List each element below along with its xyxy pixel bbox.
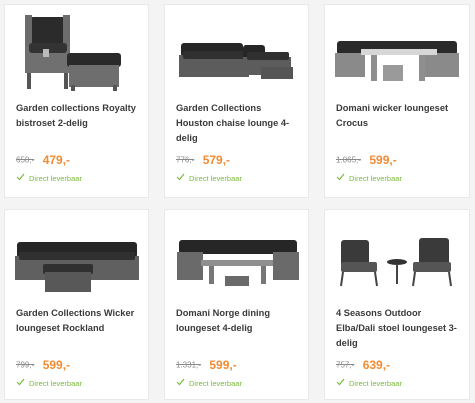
price-row: 776,- 579,-: [176, 151, 230, 167]
current-price: 479,-: [42, 152, 71, 167]
availability: Direct leverbaar: [16, 378, 82, 388]
wicker-corner-dining-set-icon: [335, 41, 459, 81]
wicker-chaise-lounge-set-icon: [179, 43, 293, 79]
product-card[interactable]: Domani wicker loungeset Crocus 1.065,- 5…: [324, 4, 470, 198]
product-card[interactable]: Domani Norge dining loungeset 4-delig 1.…: [164, 209, 309, 400]
checkmark-icon: [176, 173, 186, 183]
product-title[interactable]: Garden collections Royalty bistroset 2-d…: [16, 101, 140, 131]
metal-lounge-chairs-with-table-icon: [340, 238, 452, 287]
wicker-recliner-chair-with-footstool-icon: [25, 15, 121, 91]
product-card[interactable]: 4 Seasons Outdoor Elba/Dali stoel lounge…: [324, 209, 470, 400]
product-card[interactable]: Garden Collections Wicker loungeset Rock…: [4, 209, 149, 400]
product-image[interactable]: [5, 5, 148, 97]
checkmark-icon: [16, 378, 26, 388]
availability: Direct leverbaar: [336, 378, 402, 388]
availability-label: Direct leverbaar: [29, 379, 82, 388]
availability-label: Direct leverbaar: [349, 174, 402, 183]
price-row: 757,- 639,-: [336, 356, 390, 372]
wicker-dining-lounge-set-icon: [177, 240, 299, 286]
availability: Direct leverbaar: [336, 173, 402, 183]
checkmark-icon: [176, 378, 186, 388]
current-price: 579,-: [202, 152, 231, 167]
availability: Direct leverbaar: [176, 378, 242, 388]
product-card[interactable]: Garden Collections Houston chaise lounge…: [164, 4, 309, 198]
old-price: 650,-: [16, 155, 35, 165]
current-price: 599,-: [42, 357, 71, 372]
availability: Direct leverbaar: [176, 173, 242, 183]
price-row: 650,- 479,-: [16, 151, 70, 167]
product-image[interactable]: [5, 210, 148, 302]
availability: Direct leverbaar: [16, 173, 82, 183]
current-price: 599,-: [209, 357, 237, 372]
product-image[interactable]: [325, 5, 469, 97]
old-price: 1.331,-: [176, 360, 201, 370]
availability-label: Direct leverbaar: [189, 379, 242, 388]
old-price: 776,-: [176, 155, 195, 165]
product-image[interactable]: [325, 210, 469, 302]
checkmark-icon: [336, 173, 346, 183]
product-title[interactable]: 4 Seasons Outdoor Elba/Dali stoel lounge…: [336, 306, 461, 351]
product-title[interactable]: Domani Norge dining loungeset 4-delig: [176, 306, 300, 336]
availability-label: Direct leverbaar: [29, 174, 82, 183]
product-image[interactable]: [165, 5, 308, 97]
checkmark-icon: [336, 378, 346, 388]
availability-label: Direct leverbaar: [189, 174, 242, 183]
product-image[interactable]: [165, 210, 308, 302]
product-title[interactable]: Domani wicker loungeset Crocus: [336, 101, 461, 131]
price-row: 1.065,- 599,-: [336, 151, 397, 167]
price-row: 799,- 599,-: [16, 356, 70, 372]
product-title[interactable]: Garden Collections Houston chaise lounge…: [176, 101, 300, 146]
old-price: 757,-: [336, 360, 355, 370]
current-price: 599,-: [369, 152, 397, 167]
product-card[interactable]: Garden collections Royalty bistroset 2-d…: [4, 4, 149, 198]
wicker-corner-lounge-set-icon: [15, 242, 139, 292]
old-price: 1.065,-: [336, 155, 361, 165]
checkmark-icon: [16, 173, 26, 183]
product-grid: Garden collections Royalty bistroset 2-d…: [0, 0, 475, 403]
price-row: 1.331,- 599,-: [176, 356, 237, 372]
old-price: 799,-: [16, 360, 35, 370]
current-price: 639,-: [362, 357, 391, 372]
product-title[interactable]: Garden Collections Wicker loungeset Rock…: [16, 306, 140, 336]
availability-label: Direct leverbaar: [349, 379, 402, 388]
